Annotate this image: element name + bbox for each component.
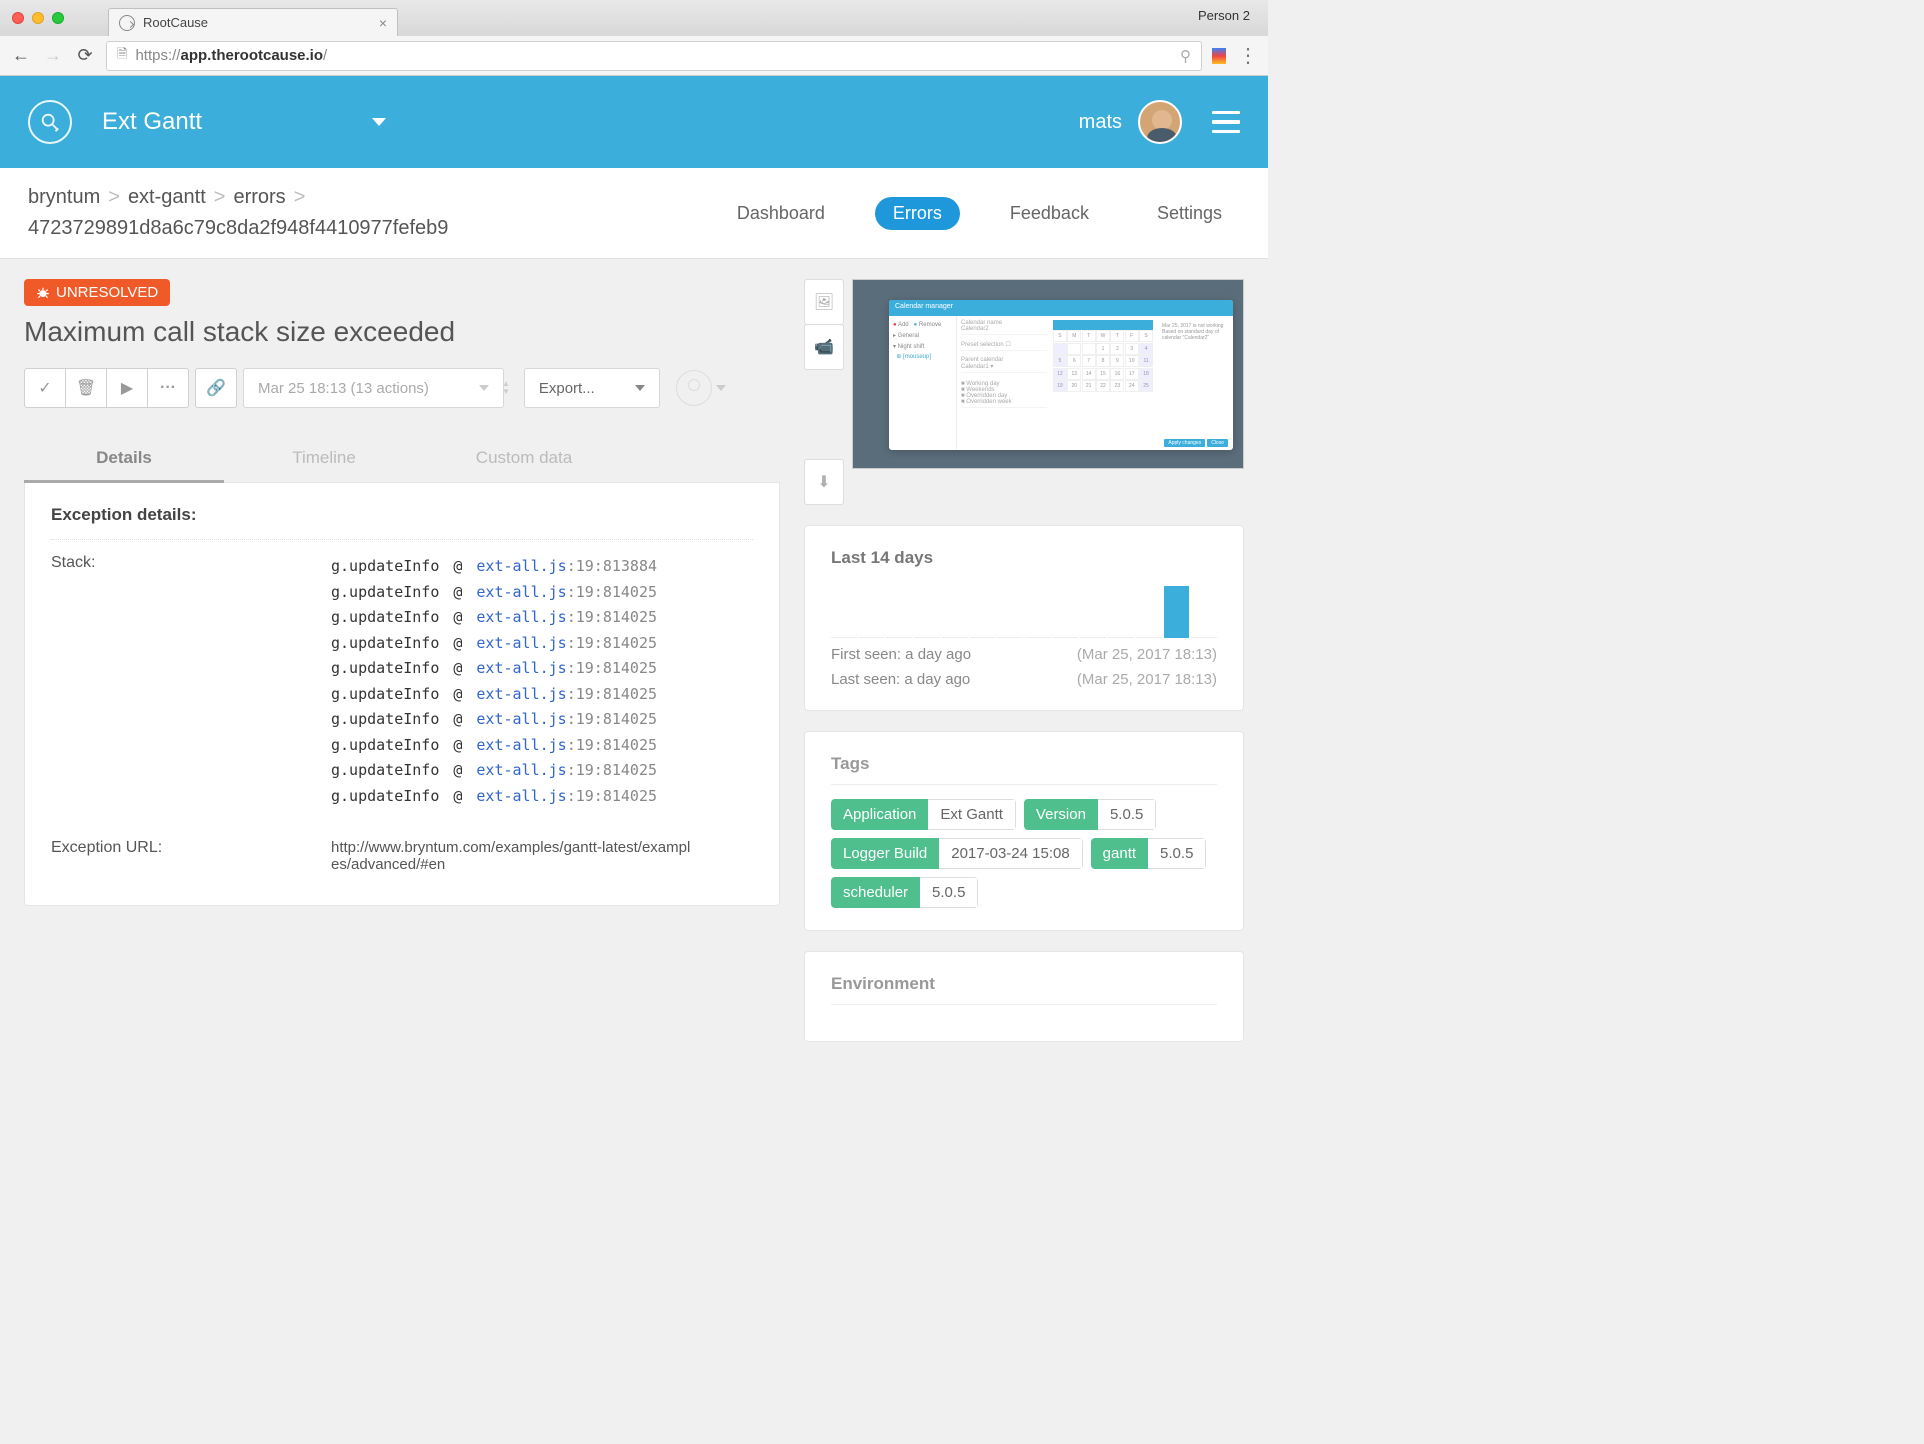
tag-list: ApplicationExt Gantt Version5.0.5 Logger B…	[831, 799, 1217, 908]
browser-tab[interactable]: RootCause ×	[108, 8, 398, 36]
screenshot-thumbnail[interactable]: Calendar manager ● Add ● Remove▸ General…	[852, 279, 1244, 469]
stats-heading: Last 14 days	[831, 548, 1217, 568]
sparkline-chart	[831, 582, 1217, 638]
window-controls	[12, 12, 64, 24]
address-bar[interactable]: 🗎 https://app.therootcause.io/ ⚲	[106, 41, 1202, 71]
menu-icon[interactable]: ⋮	[1238, 43, 1258, 68]
actions-dropdown[interactable]: Mar 25 18:13 (13 actions)	[243, 368, 504, 408]
nav-errors[interactable]: Errors	[875, 197, 960, 230]
chevron-down-icon	[716, 385, 726, 391]
tab-timeline[interactable]: Timeline	[224, 436, 424, 482]
link-button[interactable]: 🔗	[195, 368, 237, 408]
last-seen: Last seen: a day ago	[831, 671, 1077, 688]
crumb[interactable]: ext-gantt	[128, 186, 206, 209]
screenshot-tab-button[interactable]: 🖼	[804, 279, 844, 325]
chevron-down-icon	[635, 385, 645, 391]
crumb[interactable]: errors	[233, 186, 285, 209]
tag[interactable]: Logger Build2017-03-24 15:08	[831, 838, 1083, 869]
close-window-button[interactable]	[12, 12, 24, 24]
more-button[interactable]: ···	[147, 368, 189, 408]
maximize-window-button[interactable]	[52, 12, 64, 24]
project-selector[interactable]: Ext Gantt	[102, 108, 386, 136]
tag[interactable]: ApplicationExt Gantt	[831, 799, 1016, 830]
chevron-down-icon	[479, 385, 489, 391]
site-info-icon[interactable]: 🗎	[117, 45, 127, 67]
exception-heading: Exception details:	[51, 505, 753, 540]
assignee-button[interactable]	[676, 370, 712, 406]
breadcrumb: bryntum> ext-gantt> errors> 4723729891d8…	[28, 186, 719, 240]
crumb[interactable]: bryntum	[28, 186, 100, 209]
titlebar: RootCause × Person 2	[0, 0, 1268, 36]
browser-toolbar: ← → ⟳ 🗎 https://app.therootcause.io/ ⚲ ⋮	[0, 36, 1268, 76]
bookmark-icon[interactable]: ⚲	[1180, 47, 1191, 65]
project-name: Ext Gantt	[102, 108, 202, 136]
resolve-button[interactable]: ✓	[24, 368, 66, 408]
tab-title: RootCause	[143, 15, 371, 30]
video-tab-button[interactable]: 📹	[804, 324, 844, 370]
export-dropdown[interactable]: Export...	[524, 368, 660, 408]
tag[interactable]: Version5.0.5	[1024, 799, 1156, 830]
export-label: Export...	[539, 380, 595, 397]
detail-tabs: Details Timeline Custom data	[24, 436, 780, 483]
bug-icon	[36, 286, 50, 300]
app-logo[interactable]	[28, 100, 72, 144]
stack-trace: g.updateInfo@ext-all.js:19:813884g.updat…	[331, 554, 753, 809]
last-seen-date: (Mar 25, 2017 18:13)	[1077, 671, 1217, 688]
stepper[interactable]: ▲▼	[502, 380, 510, 396]
actions-dropdown-label: Mar 25 18:13 (13 actions)	[258, 380, 429, 397]
chevron-down-icon	[372, 118, 386, 126]
crumb: 4723729891d8a6c79c8da2f948f4410977fefeb9	[28, 217, 448, 240]
action-row: ✓ 🗑 ▶ ··· 🔗 Mar 25 18:13 (13 actions) ▲▼…	[24, 368, 780, 408]
app-header: Ext Gantt mats	[0, 76, 1268, 168]
tag[interactable]: gantt5.0.5	[1091, 838, 1207, 869]
delete-button[interactable]: 🗑	[65, 368, 107, 408]
profile-badge[interactable]: Person 2	[1198, 8, 1250, 23]
reload-button[interactable]: ⟳	[74, 45, 96, 67]
first-seen-date: (Mar 25, 2017 18:13)	[1077, 646, 1217, 663]
exception-card: Exception details: Stack: g.updateInfo@e…	[24, 483, 780, 906]
subnav: bryntum> ext-gantt> errors> 4723729891d8…	[0, 168, 1268, 259]
nav-feedback[interactable]: Feedback	[992, 197, 1107, 230]
download-button[interactable]: ⬇	[804, 459, 844, 505]
nav-dashboard[interactable]: Dashboard	[719, 197, 843, 230]
status-badge: UNRESOLVED	[24, 279, 170, 306]
extension-icon[interactable]	[1212, 48, 1226, 64]
tags-heading: Tags	[831, 754, 1217, 785]
play-button[interactable]: ▶	[106, 368, 148, 408]
tab-custom-data[interactable]: Custom data	[424, 436, 624, 482]
forward-button[interactable]: →	[42, 45, 64, 67]
toolbar-actions: ⋮	[1212, 43, 1258, 68]
error-title: Maximum call stack size exceeded	[24, 316, 780, 348]
minimize-window-button[interactable]	[32, 12, 44, 24]
tags-card: Tags ApplicationExt Gantt Version5.0.5 Log…	[804, 731, 1244, 931]
screenshot-panel: 🖼 📹 ⬇ Calendar manager ● Add ● Remove▸ G…	[804, 279, 1244, 505]
first-seen: First seen: a day ago	[831, 646, 1077, 663]
status-text: UNRESOLVED	[56, 284, 158, 301]
url-text: https://app.therootcause.io/	[135, 47, 327, 64]
stats-card: Last 14 days First seen: a day ago(Mar 2…	[804, 525, 1244, 711]
url-label: Exception URL:	[51, 839, 331, 857]
environment-card: Environment	[804, 951, 1244, 1042]
env-heading: Environment	[831, 974, 1217, 1005]
back-button[interactable]: ←	[10, 45, 32, 67]
side-column: 🖼 📹 ⬇ Calendar manager ● Add ● Remove▸ G…	[804, 279, 1244, 1042]
url-value: http://www.bryntum.com/examples/gantt-la…	[331, 839, 691, 873]
content: UNRESOLVED Maximum call stack size excee…	[0, 259, 1268, 1062]
tab-details[interactable]: Details	[24, 436, 224, 483]
main-menu-icon[interactable]	[1212, 111, 1240, 134]
avatar[interactable]	[1138, 100, 1182, 144]
nav-settings[interactable]: Settings	[1139, 197, 1240, 230]
browser-chrome: RootCause × Person 2 ← → ⟳ 🗎 https://app…	[0, 0, 1268, 76]
username[interactable]: mats	[1079, 111, 1122, 134]
stack-label: Stack:	[51, 554, 331, 572]
favicon	[119, 15, 135, 31]
tag[interactable]: scheduler5.0.5	[831, 877, 978, 908]
tab-close-icon[interactable]: ×	[379, 15, 387, 31]
main-column: UNRESOLVED Maximum call stack size excee…	[24, 279, 780, 1042]
